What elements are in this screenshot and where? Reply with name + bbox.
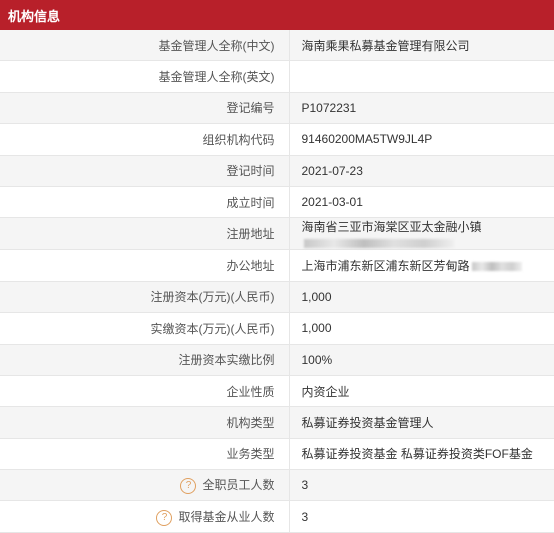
field-value: P1072231 — [289, 92, 554, 125]
field-value: 91460200MA5TW9JL4P — [289, 123, 554, 156]
table-row: 基金管理人全称(中文) 海南乘果私募基金管理有限公司 — [0, 30, 554, 62]
field-value: 2021-03-01 — [289, 186, 554, 219]
question-circle-icon[interactable]: ? — [156, 509, 173, 526]
field-label: 注册资本实缴比例 — [0, 344, 290, 376]
table-row: 注册资本(万元)(人民币) 1,000 — [0, 281, 554, 314]
section-header: 机构信息 — [0, 0, 554, 30]
field-label: 基金管理人全称(英文) — [0, 60, 290, 93]
redacted-block — [471, 262, 522, 272]
table-row: 注册地址 海南省三亚市海棠区亚太金融小镇 — [0, 217, 554, 251]
redacted-block — [303, 238, 454, 248]
table-row: 办公地址 上海市浦东新区浦东新区芳甸路 — [0, 249, 554, 282]
table-row: ? 全职员工人数 3 — [0, 469, 554, 502]
field-label: 基金管理人全称(中文) — [0, 30, 290, 62]
field-value — [289, 60, 554, 93]
table-row: 登记编号 P1072231 — [0, 92, 554, 125]
field-value: 3 — [289, 469, 554, 502]
field-label: 实缴资本(万元)(人民币) — [0, 312, 290, 345]
info-table: 基金管理人全称(中文) 海南乘果私募基金管理有限公司 基金管理人全称(英文) 登… — [0, 30, 554, 533]
field-label-text: 取得基金从业人数 — [178, 509, 275, 524]
section-title: 机构信息 — [8, 8, 61, 24]
field-label: 机构类型 — [0, 406, 290, 439]
field-label: ? 全职员工人数 — [0, 469, 290, 502]
table-row: 实缴资本(万元)(人民币) 1,000 — [0, 312, 554, 345]
field-label: 注册地址 — [0, 217, 290, 251]
table-row: 企业性质 内资企业 — [0, 375, 554, 408]
field-value: 私募证券投资基金管理人 — [289, 406, 554, 439]
field-label: 办公地址 — [0, 249, 290, 282]
field-value: 1,000 — [289, 281, 554, 314]
table-row: 机构类型 私募证券投资基金管理人 — [0, 406, 554, 439]
field-value: 内资企业 — [289, 375, 554, 408]
field-value: 海南省三亚市海棠区亚太金融小镇 — [289, 217, 554, 251]
table-row: 注册资本实缴比例 100% — [0, 344, 554, 376]
field-label: 业务类型 — [0, 438, 290, 471]
field-value: 3 — [289, 500, 554, 533]
field-label: 组织机构代码 — [0, 123, 290, 156]
field-value: 1,000 — [289, 312, 554, 345]
table-row: 业务类型 私募证券投资基金 私募证券投资类FOF基金 — [0, 438, 554, 471]
field-value: 2021-07-23 — [289, 155, 554, 187]
field-label-text: 全职员工人数 — [202, 478, 275, 493]
office-address-text: 上海市浦东新区浦东新区芳甸路 — [301, 259, 470, 274]
field-value: 上海市浦东新区浦东新区芳甸路 — [289, 249, 554, 282]
table-row: 组织机构代码 91460200MA5TW9JL4P — [0, 123, 554, 156]
field-value: 私募证券投资基金 私募证券投资类FOF基金 — [289, 438, 554, 471]
table-row: 登记时间 2021-07-23 — [0, 155, 554, 187]
field-label: 企业性质 — [0, 375, 290, 408]
field-label: 成立时间 — [0, 186, 290, 219]
question-circle-icon[interactable]: ? — [180, 478, 197, 495]
table-row: 基金管理人全称(英文) — [0, 60, 554, 93]
registered-address-text: 海南省三亚市海棠区亚太金融小镇 — [301, 220, 482, 235]
field-label: 登记编号 — [0, 92, 290, 125]
field-label: 注册资本(万元)(人民币) — [0, 281, 290, 314]
field-label: ? 取得基金从业人数 — [0, 500, 290, 533]
field-label: 登记时间 — [0, 155, 290, 187]
field-value: 100% — [289, 344, 554, 376]
table-row: ? 取得基金从业人数 3 — [0, 500, 554, 533]
field-value: 海南乘果私募基金管理有限公司 — [289, 30, 554, 62]
table-row: 成立时间 2021-03-01 — [0, 186, 554, 219]
